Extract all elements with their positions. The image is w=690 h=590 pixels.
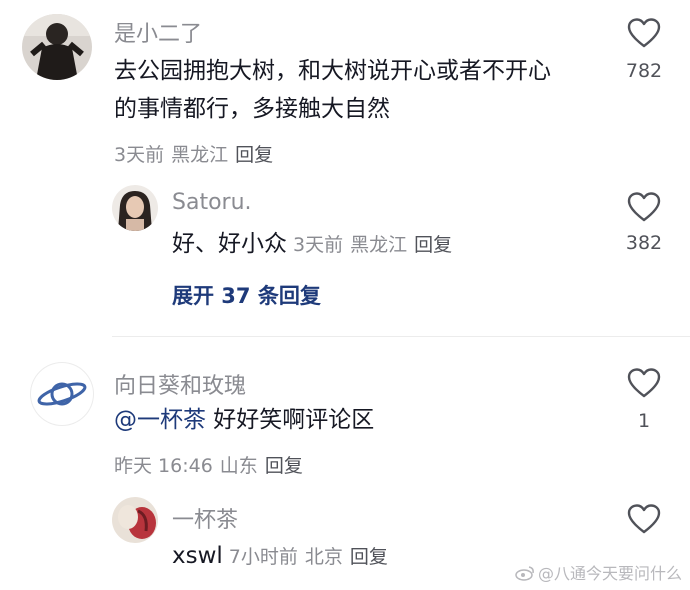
avatar[interactable] xyxy=(22,14,92,80)
comment-meta: 3天前 黑龙江 回复 xyxy=(114,140,280,167)
comment-time: 7小时前 xyxy=(228,546,298,568)
expand-replies-button[interactable]: 展开 37 条回复 xyxy=(172,280,321,310)
planet-icon xyxy=(37,382,87,406)
heart-outline-icon[interactable] xyxy=(627,368,661,398)
comment-location: 黑龙江 xyxy=(171,144,229,166)
heart-outline-icon[interactable] xyxy=(627,504,661,534)
username[interactable]: 是小二了 xyxy=(114,16,202,48)
comment-text: 去公园拥抱大树，和大树说开心或者不开心 的事情都行，多接触大自然 xyxy=(114,52,551,128)
heart-outline-icon[interactable] xyxy=(627,18,661,48)
comment-text: xswl 7小时前 北京 回复 xyxy=(172,537,395,576)
username[interactable]: 向日葵和玫瑰 xyxy=(114,368,246,400)
comment-meta: 7小时前 北京 回复 xyxy=(229,546,395,568)
comment-location: 山东 xyxy=(219,455,258,477)
comment-text-body: 好、好小众 xyxy=(172,231,287,257)
reply-button[interactable]: 回复 xyxy=(265,455,303,477)
reply-button[interactable]: 回复 xyxy=(350,546,388,568)
comment-text-line: 去公园拥抱大树，和大树说开心或者不开心 xyxy=(114,58,551,84)
comment-meta: 昨天 16:46 山东 回复 xyxy=(114,451,310,478)
reply-button[interactable]: 回复 xyxy=(235,144,273,166)
comment-text-body: 好好笑啊评论区 xyxy=(206,407,375,433)
watermark: @八通今天要问什么 xyxy=(515,560,682,584)
avatar[interactable] xyxy=(112,497,158,543)
comment-location: 黑龙江 xyxy=(350,234,408,256)
divider xyxy=(112,336,690,337)
username[interactable]: 一杯茶 xyxy=(172,502,238,534)
username[interactable]: Satoru. xyxy=(172,190,252,215)
like-count: 382 xyxy=(625,232,663,254)
comment-text: 好、好小众 3天前 黑龙江 回复 xyxy=(172,225,459,264)
comment-text-body: xswl xyxy=(172,543,223,569)
weibo-icon xyxy=(515,566,534,581)
comment-time: 3天前 xyxy=(114,144,165,166)
comment-text: @一杯茶 好好笑啊评论区 xyxy=(114,401,374,439)
like-count: 782 xyxy=(625,60,663,82)
mention-link[interactable]: @一杯茶 xyxy=(114,407,206,433)
watermark-text: @八通今天要问什么 xyxy=(537,564,682,583)
reply-button[interactable]: 回复 xyxy=(414,234,452,256)
avatar[interactable] xyxy=(112,185,158,231)
like-count: 1 xyxy=(637,410,651,432)
comment-time: 昨天 16:46 xyxy=(114,455,213,477)
comment-location: 北京 xyxy=(304,546,343,568)
comment-meta: 3天前 黑龙江 回复 xyxy=(293,234,459,256)
comment-text-line: 的事情都行，多接触大自然 xyxy=(114,96,390,122)
comment-time: 3天前 xyxy=(293,234,344,256)
avatar[interactable] xyxy=(30,362,94,426)
heart-outline-icon[interactable] xyxy=(627,192,661,222)
